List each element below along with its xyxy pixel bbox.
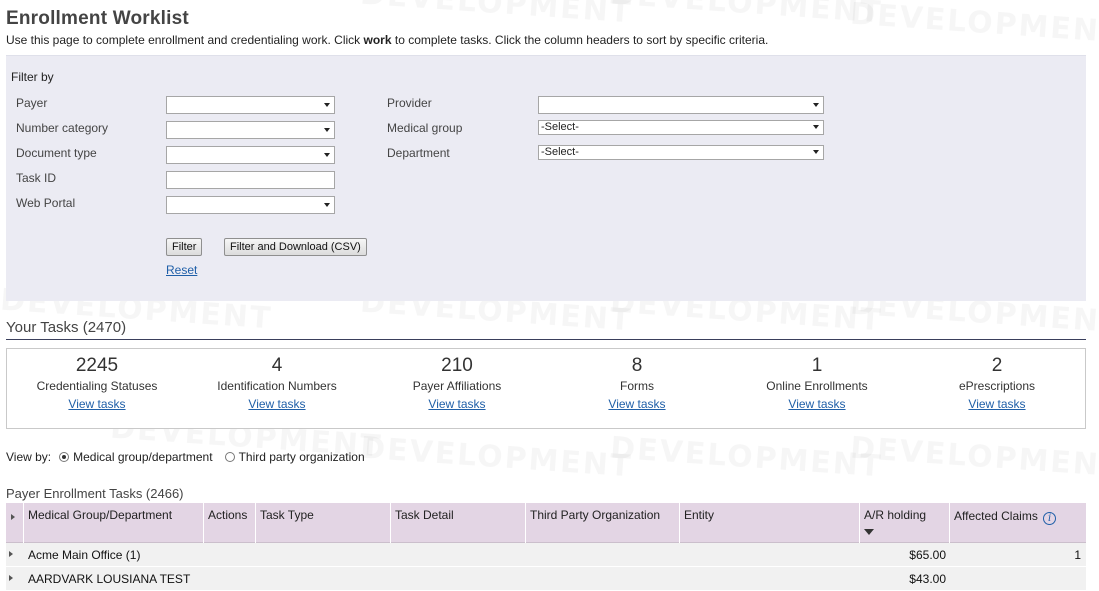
view-by-control: View by: Medical group/department Third … [6, 450, 365, 464]
chevron-down-icon [324, 103, 330, 107]
radio-third-party[interactable] [224, 452, 235, 462]
task-id-label: Task ID [16, 171, 57, 185]
task-tile-eprescriptions: 2 ePrescriptions View tasks [907, 355, 1087, 413]
task-count: 210 [441, 355, 473, 376]
task-tile-forms: 8 Forms View tasks [547, 355, 727, 413]
task-count: 2245 [75, 355, 119, 376]
task-count: 8 [631, 355, 643, 376]
view-by-label: View by: [6, 450, 52, 464]
payer-enrollment-table: Medical Group/Department Actions Task Ty… [6, 503, 1086, 591]
row-group-name: Acme Main Office (1) [28, 548, 141, 562]
column-third-party[interactable]: Third Party Organization [526, 503, 680, 543]
watermark-text: DEVELOPMENT [359, 431, 633, 485]
column-actions[interactable]: Actions [204, 503, 256, 543]
department-select-value: -Select- [541, 146, 579, 158]
column-task-detail[interactable]: Task Detail [391, 503, 526, 543]
filter-panel: Filter by Payer Number category Document… [6, 55, 1086, 301]
intro-bold-text: work [363, 33, 392, 47]
task-label: ePrescriptions [958, 379, 1036, 393]
view-tasks-link[interactable]: View tasks [968, 397, 1025, 411]
chevron-down-icon [324, 153, 330, 157]
payer-enrollment-title: Payer Enrollment Tasks (2466) [6, 486, 184, 501]
column-affected-claims[interactable]: Affected Claims i [950, 503, 1086, 543]
row-ar-holding: $43.00 [909, 572, 946, 586]
row-affected-claims: 1 [1074, 548, 1081, 562]
intro-text-end: to complete tasks. Click the column head… [391, 33, 769, 47]
table-row[interactable]: Acme Main Office (1) $65.00 1 [6, 543, 1086, 567]
task-label: Credentialing Statuses [36, 379, 158, 393]
medical-group-select-value: -Select- [541, 121, 579, 133]
chevron-down-icon [324, 128, 330, 132]
page-intro: Use this page to complete enrollment and… [6, 33, 1093, 47]
number-category-label: Number category [16, 121, 109, 135]
section-divider [6, 339, 1086, 340]
provider-select[interactable] [538, 96, 824, 114]
radio-label-third-party[interactable]: Third party organization [239, 450, 365, 464]
department-label: Department [387, 146, 450, 160]
provider-label: Provider [387, 96, 432, 110]
view-tasks-link[interactable]: View tasks [608, 397, 665, 411]
task-count: 4 [271, 355, 283, 376]
caret-right-icon[interactable] [9, 575, 13, 581]
column-medical-group[interactable]: Medical Group/Department [24, 503, 204, 543]
chevron-down-icon [813, 125, 819, 129]
row-group-name: AARDVARK LOUSIANA TEST [28, 572, 191, 586]
info-icon[interactable]: i [1043, 512, 1057, 525]
view-tasks-link[interactable]: View tasks [428, 397, 485, 411]
task-label: Forms [620, 379, 654, 393]
expand-all-column[interactable] [6, 503, 24, 543]
payer-label: Payer [16, 96, 48, 110]
column-ar-holding[interactable]: A/R holding [860, 503, 950, 543]
column-task-type[interactable]: Task Type [256, 503, 391, 543]
table-header: Medical Group/Department Actions Task Ty… [6, 503, 1086, 543]
task-id-input[interactable] [166, 171, 335, 189]
radio-label-medical-group[interactable]: Medical group/department [73, 450, 212, 464]
task-tile-credentialing: 2245 Credentialing Statuses View tasks [7, 355, 187, 413]
caret-right-icon [11, 514, 15, 520]
task-count: 2 [991, 355, 1003, 376]
web-portal-select[interactable] [166, 196, 335, 214]
task-tile-online-enrollments: 1 Online Enrollments View tasks [727, 355, 907, 413]
view-tasks-link[interactable]: View tasks [68, 397, 125, 411]
document-type-select[interactable] [166, 146, 335, 164]
number-category-select[interactable] [166, 121, 335, 139]
task-summary-box: 2245 Credentialing Statuses View tasks 4… [6, 348, 1086, 429]
task-tile-identification: 4 Identification Numbers View tasks [187, 355, 367, 413]
task-label: Online Enrollments [766, 379, 868, 393]
radio-medical-group[interactable] [59, 452, 70, 462]
watermark-text: DEVELOPMENT [609, 431, 883, 485]
web-portal-label: Web Portal [16, 196, 76, 210]
task-count: 1 [811, 355, 823, 376]
column-ar-holding-label: A/R holding [864, 508, 927, 522]
watermark-text: DEVELOPMENT [849, 431, 1099, 485]
page-title: Enrollment Worklist [6, 8, 189, 29]
column-affected-claims-label: Affected Claims [954, 509, 1038, 523]
task-tile-payer-affiliations: 210 Payer Affiliations View tasks [367, 355, 547, 413]
task-label: Payer Affiliations [412, 379, 502, 393]
row-ar-holding: $65.00 [909, 548, 946, 562]
chevron-down-icon [324, 203, 330, 207]
filter-heading: Filter by [11, 70, 54, 84]
intro-text: Use this page to complete enrollment and… [6, 33, 364, 47]
view-tasks-link[interactable]: View tasks [248, 397, 305, 411]
filter-button[interactable]: Filter [166, 238, 203, 256]
table-row[interactable]: AARDVARK LOUSIANA TEST $43.00 [6, 567, 1086, 591]
chevron-down-icon [813, 103, 819, 107]
document-type-label: Document type [16, 146, 97, 160]
reset-link[interactable]: Reset [166, 263, 197, 277]
filter-download-csv-button[interactable]: Filter and Download (CSV) [224, 238, 367, 256]
department-select[interactable]: -Select- [538, 145, 824, 160]
column-entity[interactable]: Entity [680, 503, 860, 543]
sort-descending-icon[interactable] [864, 529, 874, 535]
your-tasks-title: Your Tasks (2470) [6, 319, 127, 336]
chevron-down-icon [813, 150, 819, 154]
view-tasks-link[interactable]: View tasks [788, 397, 845, 411]
task-label: Identification Numbers [217, 379, 337, 393]
medical-group-label: Medical group [387, 121, 463, 135]
caret-right-icon[interactable] [9, 551, 13, 557]
payer-select[interactable] [166, 96, 335, 114]
medical-group-select[interactable]: -Select- [538, 120, 824, 135]
